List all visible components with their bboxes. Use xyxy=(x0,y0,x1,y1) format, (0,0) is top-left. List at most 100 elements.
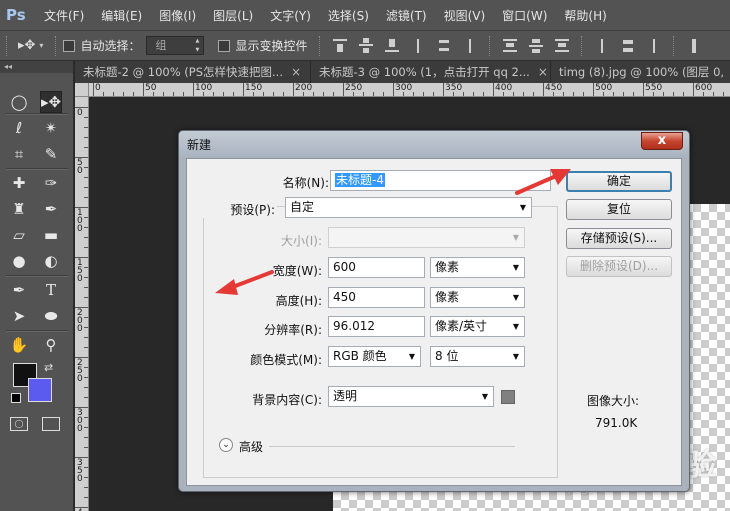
ruler-tick xyxy=(84,477,88,478)
ruler-tick xyxy=(84,287,88,288)
healing-brush-tool-icon[interactable]: ✚ xyxy=(8,172,30,194)
menu-filter[interactable]: 滤镜(T) xyxy=(386,7,427,24)
ruler-tick xyxy=(103,92,104,96)
options-divider xyxy=(55,35,57,56)
distribute-right-icon[interactable] xyxy=(646,38,662,54)
chevron-down-icon: ▼ xyxy=(408,352,415,361)
ruler-tick xyxy=(623,92,624,96)
height-unit-select[interactable]: 像素 ▼ xyxy=(430,287,525,308)
distribute-bottom-icon[interactable] xyxy=(554,38,570,54)
width-input[interactable]: 600 xyxy=(328,257,425,278)
horizontal-ruler[interactable]: 0 50 100 150 200 250 300 350 400 450 500 550 600 xyxy=(89,83,730,97)
document-tab[interactable]: 未标题-2 @ 100% (PS怎样快速把图... × xyxy=(75,61,311,83)
resolution-unit-select[interactable]: 像素/英寸 ▼ xyxy=(430,316,525,337)
dialog-close-button[interactable]: x xyxy=(641,132,683,150)
align-hcenter-icon[interactable] xyxy=(436,38,452,54)
advanced-label[interactable]: 高级 xyxy=(239,438,263,455)
bit-depth-select[interactable]: 8 位 ▼ xyxy=(430,346,525,367)
path-selection-tool-icon[interactable]: ➤ xyxy=(8,305,30,327)
lasso-tool-icon[interactable]: ℓ xyxy=(8,117,30,139)
ruler-tick xyxy=(84,167,88,168)
tab-close-icon[interactable]: × xyxy=(291,61,301,83)
pen-tool-icon[interactable]: ✒ xyxy=(8,279,30,301)
ruler-tick xyxy=(84,367,88,368)
hand-tool-icon[interactable]: ✋ xyxy=(8,334,30,356)
menu-edit[interactable]: 编辑(E) xyxy=(101,7,142,24)
align-left-icon[interactable] xyxy=(410,38,426,54)
resolution-input[interactable]: 96.012 xyxy=(328,316,425,337)
auto-align-icon[interactable] xyxy=(686,38,702,54)
background-color-swatch[interactable] xyxy=(501,390,515,404)
clone-stamp-tool-icon[interactable]: ♜ xyxy=(8,198,30,220)
quick-mask-icon[interactable]: ◯ xyxy=(10,417,28,431)
tools-divider xyxy=(6,330,68,332)
default-colors-icon[interactable] xyxy=(11,393,21,403)
brush-tool-icon[interactable]: ✑ xyxy=(40,172,62,194)
vertical-ruler[interactable]: 050100150200250300350400 xyxy=(75,97,89,511)
options-divider xyxy=(673,35,675,56)
preset-dropdown-icon[interactable]: ▾ xyxy=(39,41,43,50)
align-top-icon[interactable] xyxy=(332,38,348,54)
ruler-label: 350 xyxy=(77,458,83,484)
save-preset-button[interactable]: 存储预设(S)... xyxy=(566,228,672,249)
type-tool-icon[interactable]: T xyxy=(40,279,62,301)
align-bottom-icon[interactable] xyxy=(384,38,400,54)
swap-colors-icon[interactable]: ⇄ xyxy=(44,361,53,374)
history-brush-tool-icon[interactable]: ✒ xyxy=(40,198,62,220)
gradient-tool-icon[interactable]: ▬ xyxy=(40,224,62,246)
eyedropper-tool-icon[interactable]: ✎ xyxy=(40,143,62,165)
size-label: 大小(I): xyxy=(281,234,322,248)
reset-button[interactable]: 复位 xyxy=(566,199,672,220)
menu-file[interactable]: 文件(F) xyxy=(44,7,84,24)
zoom-tool-icon[interactable]: ⚲ xyxy=(40,334,62,356)
eraser-tool-icon[interactable]: ▱ xyxy=(8,224,30,246)
background-contents-select[interactable]: 透明 ▼ xyxy=(328,386,494,407)
menu-select[interactable]: 选择(S) xyxy=(328,7,369,24)
preset-select[interactable]: 自定 ▼ xyxy=(285,197,532,218)
ruler-tick xyxy=(313,92,314,96)
ruler-tick xyxy=(543,83,544,96)
menu-type[interactable]: 文字(Y) xyxy=(270,7,311,24)
width-unit-select[interactable]: 像素 ▼ xyxy=(430,257,525,278)
move-tool-icon[interactable]: ▸✥ xyxy=(40,91,62,113)
height-input[interactable]: 450 xyxy=(328,287,425,308)
chevron-down-icon: ▼ xyxy=(512,322,519,331)
tab-close-icon[interactable]: × xyxy=(538,61,548,83)
dodge-tool-icon[interactable]: ◐ xyxy=(40,250,62,272)
color-mode-select[interactable]: RGB 颜色 ▼ xyxy=(328,346,421,367)
menu-help[interactable]: 帮助(H) xyxy=(564,7,606,24)
auto-select-target-select[interactable]: 组 xyxy=(146,36,205,55)
distribute-hcenter-icon[interactable] xyxy=(620,38,636,54)
ruler-tick xyxy=(84,277,88,278)
align-vcenter-icon[interactable] xyxy=(358,38,374,54)
ruler-tick xyxy=(453,92,454,96)
document-tab[interactable]: timg (8).jpg @ 100% (图层 0, xyxy=(551,61,730,83)
dialog-titlebar[interactable]: 新建 x xyxy=(179,131,689,157)
menu-window[interactable]: 窗口(W) xyxy=(502,7,547,24)
magic-wand-tool-icon[interactable]: ✴ xyxy=(40,117,62,139)
distribute-top-icon[interactable] xyxy=(502,38,518,54)
screen-mode-icon[interactable] xyxy=(42,417,60,431)
tools-collapse-icon[interactable]: ◂◂ xyxy=(0,61,73,73)
crop-tool-icon[interactable]: ⌗ xyxy=(8,143,30,165)
menu-image[interactable]: 图像(I) xyxy=(159,7,196,24)
background-color-swatch[interactable] xyxy=(28,378,52,402)
marquee-tool-icon[interactable]: ◯ xyxy=(8,91,30,113)
show-transform-checkbox[interactable] xyxy=(218,39,231,52)
document-tab[interactable]: 未标题-3 @ 100% (1，点击打开 qq 2... × xyxy=(311,61,551,83)
advanced-expand-icon[interactable]: ⌄ xyxy=(219,438,233,452)
distribute-left-icon[interactable] xyxy=(594,38,610,54)
auto-select-checkbox[interactable] xyxy=(63,39,76,52)
align-right-icon[interactable] xyxy=(462,38,478,54)
menu-view[interactable]: 视图(V) xyxy=(444,7,486,24)
width-unit-value: 像素 xyxy=(435,260,460,274)
ok-button[interactable]: 确定 xyxy=(566,171,672,192)
ellipse-tool-icon[interactable]: ⬬ xyxy=(40,305,62,327)
move-tool-preset-icon[interactable]: ▸✥ xyxy=(18,38,35,53)
blur-tool-icon[interactable]: ● xyxy=(8,250,30,272)
menu-layer[interactable]: 图层(L) xyxy=(213,7,253,24)
ruler-tick xyxy=(84,327,88,328)
ruler-tick xyxy=(84,127,88,128)
ruler-tick xyxy=(413,92,414,96)
distribute-vcenter-icon[interactable] xyxy=(528,38,544,54)
